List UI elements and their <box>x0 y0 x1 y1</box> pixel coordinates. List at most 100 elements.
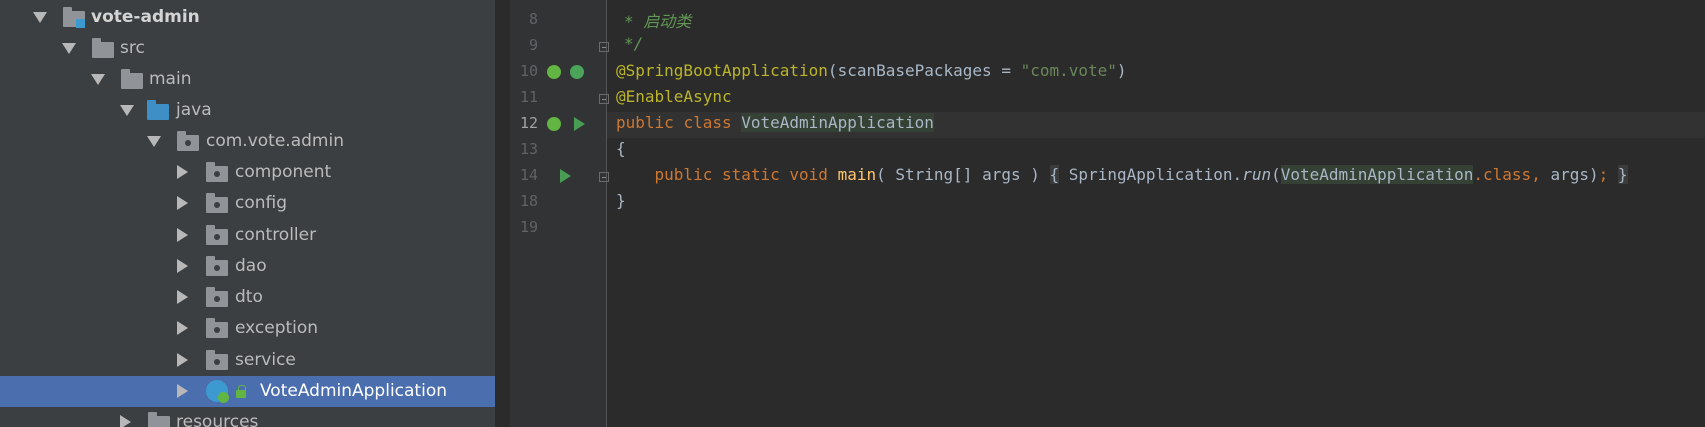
chevron-right-icon[interactable] <box>177 353 188 367</box>
class-literal: .class, <box>1473 165 1541 184</box>
module-folder-icon <box>63 7 85 28</box>
tree-item-label: vote-admin <box>91 7 200 27</box>
chevron-right-icon[interactable] <box>177 290 188 304</box>
spring-class-gutter-icon[interactable] <box>547 117 561 131</box>
line-number: 18 <box>519 192 538 210</box>
tree-item-label: exception <box>235 318 319 338</box>
tree-item-main[interactable]: main <box>0 64 495 95</box>
keyword: public <box>654 165 713 184</box>
folded-brace[interactable]: { <box>1049 165 1060 184</box>
tree-item-label: com.vote.admin <box>206 131 344 151</box>
string-literal: "com.vote" <box>1020 61 1117 80</box>
package-icon <box>206 225 228 245</box>
keyword: class <box>683 113 732 132</box>
package-icon <box>177 131 199 151</box>
project-tree-panel: vote-admin src main java com.vote.admin … <box>0 0 495 427</box>
source-root-folder-icon <box>147 100 169 120</box>
tree-item-component[interactable]: component <box>0 157 495 188</box>
annotation: @SpringBootApplication <box>616 61 828 80</box>
folder-icon <box>92 38 114 58</box>
package-icon <box>206 256 228 276</box>
package-icon <box>206 350 228 370</box>
line-number: 10 <box>519 62 538 80</box>
code-line-9: */ <box>624 34 644 53</box>
line-number: 19 <box>519 218 538 236</box>
paren: ) <box>1116 61 1127 80</box>
code-line-13: { <box>616 139 626 158</box>
spring-scan-icon[interactable] <box>570 65 584 79</box>
tree-item-resources[interactable]: resources <box>0 407 495 427</box>
tree-item-label: config <box>235 193 288 213</box>
line-number: 14 <box>519 166 538 184</box>
param-name: scanBasePackages = <box>837 61 1021 80</box>
chevron-right-icon[interactable] <box>177 384 188 398</box>
chevron-right-icon[interactable] <box>177 196 188 210</box>
tree-item-exception[interactable]: exception <box>0 313 495 344</box>
tree-item-service[interactable]: service <box>0 345 495 376</box>
folder-icon <box>121 69 143 89</box>
params: ( String[] args ) <box>876 165 1040 184</box>
tree-item-label: dto <box>235 287 263 307</box>
tree-item-dao[interactable]: dao <box>0 251 495 282</box>
run-class-icon[interactable] <box>574 117 585 131</box>
package-icon <box>206 318 228 338</box>
method-call: run <box>1242 165 1272 184</box>
fold-marker-icon[interactable] <box>599 42 609 52</box>
code-line-11: @EnableAsync <box>616 87 732 106</box>
chevron-down-icon[interactable] <box>62 43 76 54</box>
code-line-10: @SpringBootApplication(scanBasePackages … <box>616 61 1127 80</box>
chevron-right-icon[interactable] <box>120 415 131 427</box>
line-number: 11 <box>519 88 538 106</box>
package-icon <box>206 287 228 307</box>
tree-item-label: service <box>235 350 296 370</box>
class-name: VoteAdminApplication <box>741 113 934 132</box>
tree-item-controller[interactable]: controller <box>0 220 495 251</box>
class-ref: VoteAdminApplication <box>1280 165 1474 184</box>
keyword: public <box>616 113 674 132</box>
tree-item-label: VoteAdminApplication <box>260 381 447 401</box>
folder-icon <box>148 412 170 427</box>
chevron-right-icon[interactable] <box>177 259 188 273</box>
tree-item-src[interactable]: src <box>0 33 495 64</box>
semicolon: ; <box>1598 165 1609 184</box>
tree-item-vote-admin-application[interactable]: VoteAdminApplication <box>0 376 495 407</box>
chevron-down-icon[interactable] <box>33 12 47 23</box>
code-line-8: * 启动类 <box>624 12 692 31</box>
chevron-right-icon[interactable] <box>177 321 188 335</box>
package-icon <box>206 162 228 182</box>
tree-item-label: dao <box>235 256 267 276</box>
line-number: 8 <box>528 10 538 28</box>
keyword: void <box>789 165 828 184</box>
spring-bean-icon[interactable] <box>547 65 561 79</box>
keyword: static <box>721 165 780 184</box>
folded-brace[interactable]: } <box>1617 165 1628 184</box>
tree-item-label: main <box>149 69 192 89</box>
tree-item-label: component <box>235 162 332 182</box>
args: args) <box>1540 165 1599 184</box>
method-name: main <box>837 165 877 184</box>
chevron-down-icon[interactable] <box>91 74 105 85</box>
tree-item-package[interactable]: com.vote.admin <box>0 126 495 157</box>
tree-item-label: src <box>120 38 145 58</box>
tree-item-label: resources <box>176 412 259 427</box>
tree-item-java[interactable]: java <box>0 95 495 126</box>
fold-marker-icon[interactable] <box>599 172 609 182</box>
chevron-down-icon[interactable] <box>120 105 134 116</box>
fold-marker-icon[interactable] <box>599 94 609 104</box>
line-number-current: 12 <box>519 114 538 132</box>
tree-item-config[interactable]: config <box>0 188 495 219</box>
paren: ( <box>827 61 838 80</box>
tree-item-vote-admin[interactable]: vote-admin <box>0 2 495 33</box>
package-icon <box>206 193 228 213</box>
chevron-right-icon[interactable] <box>177 165 188 179</box>
code-line-12: public class VoteAdminApplication <box>616 113 934 132</box>
spring-class-icon <box>206 380 229 403</box>
tree-item-dto[interactable]: dto <box>0 282 495 313</box>
run-main-icon[interactable] <box>560 169 571 183</box>
tree-item-label: java <box>176 100 212 120</box>
chevron-right-icon[interactable] <box>177 228 188 242</box>
line-number: 13 <box>519 140 538 158</box>
code-line-14: public static void main( String[] args )… <box>654 165 1628 184</box>
callee: SpringApplication. <box>1068 165 1243 184</box>
chevron-down-icon[interactable] <box>147 136 161 147</box>
